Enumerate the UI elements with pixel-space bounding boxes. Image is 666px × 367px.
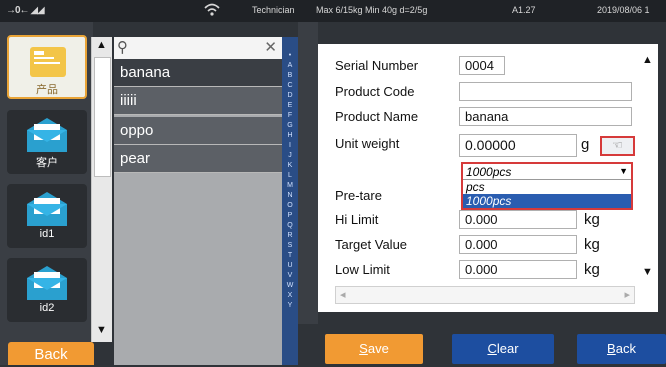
back-button[interactable]: Back	[577, 334, 666, 364]
nav-id2-label: id2	[39, 302, 55, 314]
scroll-down-arrow-icon[interactable]: ▼	[96, 324, 107, 336]
hi-limit-unit: kg	[584, 211, 600, 228]
customer-icon	[27, 118, 67, 152]
signal-indicator: →0← ◢◢	[6, 5, 45, 16]
alphabet-index[interactable]: • A B C D E F G H I J K L M N O P Q R S T U V W X Y	[282, 37, 298, 365]
horizontal-scrollbar[interactable]: ◂ ▸	[335, 286, 635, 304]
hand-pointer-icon: ☜	[612, 138, 623, 152]
clear-button[interactable]: Clear	[452, 334, 554, 364]
alphabet-letter[interactable]: T	[282, 251, 298, 261]
alphabet-letter[interactable]: V	[282, 271, 298, 281]
dropdown-option-pcs[interactable]: pcs	[463, 180, 631, 194]
low-limit-unit: kg	[584, 261, 600, 278]
serial-number-label: Serial Number	[335, 58, 419, 73]
target-value-label: Target Value	[335, 237, 408, 252]
alphabet-letter[interactable]: H	[282, 131, 298, 141]
alphabet-letter[interactable]: O	[282, 201, 298, 211]
product-code-field[interactable]	[459, 82, 632, 101]
nav-scrollbar[interactable]: ▲ ▼	[91, 37, 112, 342]
alphabet-letter[interactable]: E	[282, 101, 298, 111]
dropdown-arrow-icon[interactable]: ▼	[619, 163, 628, 179]
nav-customer[interactable]: 客户	[7, 110, 87, 174]
alphabet-letter[interactable]: I	[282, 141, 298, 151]
nav-customer-label: 客户	[36, 157, 58, 169]
form-scrollbar[interactable]: ▲ ▼	[640, 50, 656, 282]
alphabet-letter[interactable]: •	[282, 51, 298, 61]
unit-picker-button[interactable]: ☜	[600, 136, 635, 156]
unit-weight-unit: g	[581, 136, 590, 153]
alphabet-letter[interactable]: F	[282, 111, 298, 121]
alphabet-letter[interactable]: D	[282, 91, 298, 101]
product-name-label: Product Name	[335, 109, 419, 124]
product-form: Serial Number 0004 Product Code Product …	[318, 44, 658, 312]
list-item[interactable]: iiiii	[114, 87, 282, 115]
scroll-thumb[interactable]	[94, 57, 111, 177]
list-item[interactable]: banana	[114, 59, 282, 87]
product-search-input[interactable]	[136, 39, 256, 57]
alphabet-letter[interactable]: C	[282, 81, 298, 91]
list-item[interactable]: oppo	[114, 117, 282, 145]
alphabet-letter[interactable]: Q	[282, 221, 298, 231]
clear-search-icon[interactable]: ✕	[264, 38, 277, 56]
alphabet-letter[interactable]: P	[282, 211, 298, 221]
firmware-version: A1.27	[512, 5, 536, 15]
unit-weight-field[interactable]: 0.00000	[459, 134, 577, 157]
alphabet-letter[interactable]: J	[282, 151, 298, 161]
target-value-field[interactable]: 0.000	[459, 235, 577, 254]
nav-id1[interactable]: id1	[7, 184, 87, 248]
product-search-bar: ⚲ ✕	[114, 37, 282, 59]
alphabet-letter[interactable]: K	[282, 161, 298, 171]
list-item[interactable]: pear	[114, 145, 282, 173]
scroll-right-arrow-icon[interactable]: ▸	[624, 288, 630, 301]
pcs-dropdown[interactable]: 1000pcs ▼ pcs 1000pcs	[461, 162, 633, 210]
serial-number-field[interactable]: 0004	[459, 56, 505, 75]
nav-id2[interactable]: id2	[7, 258, 87, 322]
alphabet-letter[interactable]: L	[282, 171, 298, 181]
alphabet-letter[interactable]: G	[282, 121, 298, 131]
date-display: 2019/08/06 1	[597, 5, 650, 15]
nav-product[interactable]: 产品	[7, 35, 87, 99]
alphabet-letter[interactable]: U	[282, 261, 298, 271]
target-value-unit: kg	[584, 236, 600, 253]
alphabet-letter[interactable]: X	[282, 291, 298, 301]
scroll-up-arrow-icon[interactable]: ▲	[96, 39, 107, 51]
alphabet-letter[interactable]: N	[282, 191, 298, 201]
nav-product-label: 产品	[36, 84, 58, 96]
pcs-selected-value[interactable]: 1000pcs ▼	[463, 164, 631, 180]
product-icon	[30, 47, 66, 77]
alphabet-letter[interactable]: W	[282, 281, 298, 291]
low-limit-field[interactable]: 0.000	[459, 260, 577, 279]
user-role: Technician	[252, 5, 295, 15]
save-button[interactable]: Save	[325, 334, 423, 364]
id1-icon	[27, 192, 67, 226]
status-bar: →0← ◢◢ Technician Max 6/15kg Min 40g d=2…	[0, 0, 666, 22]
alphabet-letter[interactable]: R	[282, 231, 298, 241]
alphabet-letter[interactable]: B	[282, 71, 298, 81]
low-limit-label: Low Limit	[335, 262, 390, 277]
id2-icon	[27, 266, 67, 300]
alphabet-letter[interactable]: A	[282, 61, 298, 71]
product-list: ⚲ ✕ banana iiiii oppo pear	[114, 37, 282, 365]
separator	[298, 22, 318, 365]
unit-weight-label: Unit weight	[335, 136, 400, 151]
back-button-left[interactable]: Back	[8, 342, 94, 365]
scale-capacity: Max 6/15kg Min 40g d=2/5g	[316, 5, 428, 15]
hi-limit-field[interactable]: 0.000	[459, 210, 577, 229]
product-name-field[interactable]: banana	[459, 107, 632, 126]
search-icon: ⚲	[117, 39, 128, 56]
alphabet-letter[interactable]: S	[282, 241, 298, 251]
wifi-icon	[203, 1, 221, 21]
pre-tare-label: Pre-tare	[335, 188, 382, 203]
hi-limit-label: Hi Limit	[335, 212, 379, 227]
product-code-label: Product Code	[335, 84, 415, 99]
scroll-up-arrow-icon[interactable]: ▲	[642, 54, 653, 66]
scroll-down-arrow-icon[interactable]: ▼	[642, 266, 653, 278]
scroll-left-arrow-icon[interactable]: ◂	[340, 288, 346, 301]
alphabet-letter[interactable]: Y	[282, 301, 298, 311]
nav-id1-label: id1	[39, 228, 55, 240]
dropdown-option-1000pcs[interactable]: 1000pcs	[463, 194, 631, 208]
alphabet-letter[interactable]: M	[282, 181, 298, 191]
